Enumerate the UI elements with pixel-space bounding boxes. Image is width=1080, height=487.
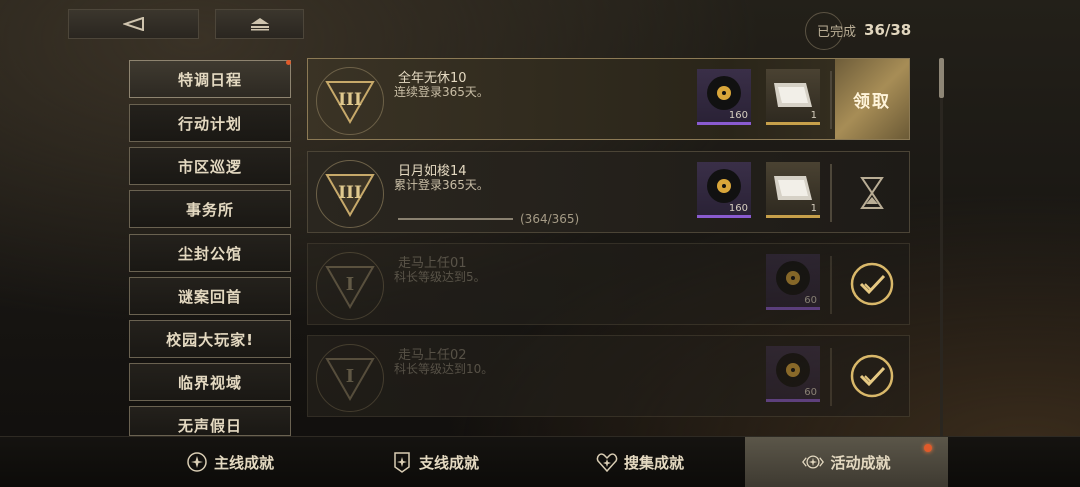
completion-progress: 已完成 36/38 — [805, 12, 911, 50]
sidebar-item-label: 尘封公馆 — [177, 244, 242, 263]
rank-iii-emblem-icon: III — [316, 67, 384, 135]
completed-check-icon — [849, 353, 895, 403]
reward-quantity: 1 — [810, 110, 817, 121]
sidebar-item-label: 校园大玩家! — [166, 330, 254, 349]
divider — [830, 256, 832, 314]
back-button[interactable] — [68, 9, 199, 39]
divider — [830, 71, 832, 129]
sidebar-item-silent-holiday[interactable]: 无声假日 — [129, 406, 291, 436]
shield-star-icon — [186, 451, 208, 473]
vinyl-record-reward[interactable]: 60 — [766, 254, 820, 310]
tab-collection-achievements[interactable]: 搜集成就 — [560, 437, 720, 487]
achievement-tab-bar: 主线成就 支线成就 搜集成就 活动成就 — [0, 436, 1080, 487]
sidebar-item-critical-view[interactable]: 临界视域 — [129, 363, 291, 401]
achievement-card: I 走马上任01 科长等级达到5。 60 — [307, 243, 910, 325]
svg-text:I: I — [346, 366, 354, 387]
claim-button[interactable]: 领取 — [835, 59, 909, 139]
vinyl-record-reward[interactable]: 60 — [766, 346, 820, 402]
progress-bar — [398, 218, 513, 220]
completed-check-icon — [849, 261, 895, 311]
vinyl-record-reward[interactable]: 160 — [697, 69, 751, 125]
vinyl-record-reward[interactable]: 160 — [697, 162, 751, 218]
sidebar-item-case-review[interactable]: 谜案回首 — [129, 277, 291, 315]
sidebar-item-label: 无声假日 — [177, 417, 242, 435]
tab-event-achievements[interactable]: 活动成就 — [745, 437, 948, 487]
notification-dot — [286, 60, 291, 65]
completion-label: 已完成 — [817, 24, 857, 40]
claim-button-label: 领取 — [853, 91, 891, 112]
achievement-desc: 累计登录365天。 — [394, 178, 489, 192]
progress-text: (364/365) — [520, 212, 580, 226]
ticket-reward[interactable]: 1 — [766, 69, 820, 125]
achievement-card: III 日月如梭14 累计登录365天。 (364/365) 160 1 — [307, 151, 910, 233]
hourglass-icon — [849, 170, 895, 216]
scrollbar-thumb[interactable] — [939, 58, 944, 98]
completion-count: 36/38 — [864, 21, 912, 39]
divider — [830, 348, 832, 406]
reward-quantity: 60 — [804, 295, 817, 306]
sidebar-item-dusty-mansion[interactable]: 尘封公馆 — [129, 234, 291, 272]
sidebar-item-action-plan[interactable]: 行动计划 — [129, 104, 291, 142]
svg-text:I: I — [346, 274, 354, 295]
achievement-desc: 科长等级达到5。 — [394, 270, 486, 284]
divider — [830, 164, 832, 222]
back-arrow-icon — [122, 17, 144, 31]
sidebar-item-label: 临界视域 — [177, 373, 242, 392]
home-button[interactable] — [215, 9, 304, 39]
tab-label: 活动成就 — [830, 453, 891, 472]
sidebar-item-special-schedule[interactable]: 特调日程 — [129, 60, 291, 98]
tab-main-achievements[interactable]: 主线成就 — [150, 437, 310, 487]
svg-text:III: III — [338, 90, 362, 110]
scrollbar-track[interactable] — [940, 58, 943, 436]
ticket-reward[interactable]: 1 — [766, 162, 820, 218]
sidebar-item-label: 特调日程 — [177, 70, 242, 89]
reward-quantity: 1 — [810, 203, 817, 214]
reward-quantity: 160 — [728, 110, 748, 121]
sidebar-item-label: 谜案回首 — [177, 287, 242, 306]
rank-i-emblem-icon: I — [316, 344, 384, 412]
home-icon — [250, 18, 269, 31]
reward-quantity: 60 — [804, 387, 817, 398]
tab-label: 主线成就 — [213, 453, 274, 472]
sidebar-item-label: 行动计划 — [177, 114, 242, 133]
achievement-desc: 科长等级达到10。 — [394, 362, 494, 376]
heart-star-icon — [596, 451, 618, 473]
tab-label: 支线成就 — [418, 453, 479, 472]
svg-text:III: III — [338, 183, 362, 203]
badge-star-icon — [391, 451, 413, 473]
tab-side-achievements[interactable]: 支线成就 — [355, 437, 515, 487]
sidebar-item-label: 市区巡逻 — [177, 157, 242, 176]
winged-star-icon — [802, 451, 825, 473]
rank-i-emblem-icon: I — [316, 252, 384, 320]
achievement-card: I 走马上任02 科长等级达到10。 60 — [307, 335, 910, 417]
notification-dot — [924, 444, 932, 452]
tab-label: 搜集成就 — [623, 453, 684, 472]
sidebar-item-campus-player[interactable]: 校园大玩家! — [129, 320, 291, 358]
reward-quantity: 160 — [728, 203, 748, 214]
achievement-card: III 全年无休10 连续登录365天。 160 1 领取 — [307, 58, 910, 140]
rank-iii-emblem-icon: III — [316, 160, 384, 228]
sidebar-item-city-patrol[interactable]: 市区巡逻 — [129, 147, 291, 185]
achievement-desc: 连续登录365天。 — [394, 85, 489, 99]
sidebar-item-label: 事务所 — [185, 200, 234, 219]
sidebar-item-office[interactable]: 事务所 — [129, 190, 291, 228]
